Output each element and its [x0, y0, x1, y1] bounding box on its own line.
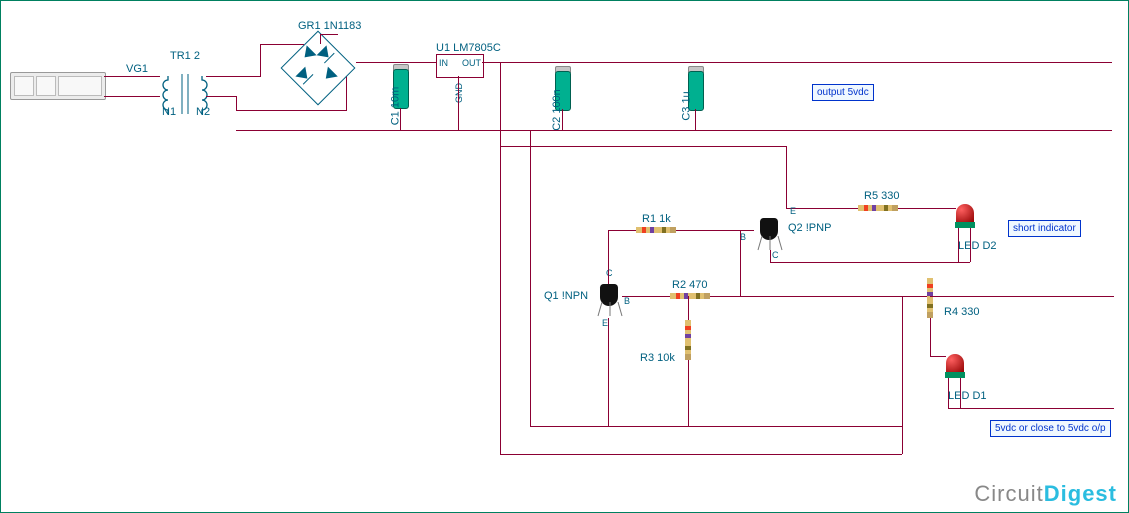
c3-label: C3 1u	[681, 91, 693, 120]
wire	[482, 62, 1112, 63]
wire	[740, 230, 741, 297]
wire	[902, 296, 903, 454]
wire	[458, 76, 459, 130]
q1-c: C	[606, 268, 613, 278]
source-sub	[36, 76, 56, 96]
footer-b: Digest	[1044, 481, 1117, 506]
wire	[688, 296, 689, 320]
wire	[500, 62, 501, 146]
led-d2	[956, 204, 974, 222]
ground-rail	[236, 130, 1112, 131]
q2-c: C	[772, 250, 779, 260]
wire	[356, 62, 436, 63]
r5-label: R5 330	[864, 190, 899, 202]
wire	[104, 96, 160, 97]
r4-label: R4 330	[944, 306, 979, 318]
wire	[608, 230, 636, 231]
wire	[104, 76, 160, 77]
q2-label: Q2 !PNP	[788, 222, 831, 234]
r1-resistor	[636, 227, 676, 233]
bridge-rectifier	[278, 28, 358, 108]
wire	[948, 408, 1114, 409]
wire	[898, 208, 956, 209]
wire	[770, 262, 970, 263]
wire	[960, 378, 961, 408]
wire	[236, 110, 346, 111]
r4-resistor	[927, 278, 933, 318]
u1-gnd: GND	[454, 83, 464, 103]
wire	[958, 228, 959, 262]
led-d1	[946, 354, 964, 372]
wire	[608, 318, 609, 426]
wire	[688, 360, 689, 426]
q2-e: E	[790, 206, 796, 216]
short-indicator-annot: short indicator	[1008, 220, 1081, 237]
source-sub	[14, 76, 34, 96]
r2-label: R2 470	[672, 279, 707, 291]
wire	[710, 296, 740, 297]
source-sub	[58, 76, 102, 96]
wire	[608, 230, 609, 284]
footer-brand: CircuitDigest	[974, 481, 1117, 507]
r3-resistor	[685, 320, 691, 360]
wire	[500, 146, 501, 454]
wire	[948, 378, 949, 408]
q1-label: Q1 !NPN	[544, 290, 588, 302]
d2-label: LED D2	[958, 240, 997, 252]
wire	[930, 296, 1114, 297]
q1-leads	[596, 300, 626, 320]
u1-label: U1 LM7805C	[436, 42, 501, 54]
d1-label: LED D1	[948, 390, 987, 402]
u1-out: OUT	[462, 58, 481, 68]
wire	[530, 130, 531, 426]
wire	[970, 228, 971, 262]
wire	[260, 44, 261, 77]
wire	[400, 108, 401, 130]
wire	[236, 96, 237, 110]
r5-resistor	[858, 205, 898, 211]
5vdc-op-annot: 5vdc or close to 5vdc o/p	[990, 420, 1111, 437]
footer-a: Circuit	[974, 481, 1043, 506]
r1-label: R1 1k	[642, 213, 671, 225]
output-5vdc-annot: output 5vdc	[812, 84, 874, 101]
tr1-n1-label: N1	[162, 106, 176, 118]
r2-resistor	[670, 293, 710, 299]
wire	[622, 296, 670, 297]
q2-leads	[756, 234, 786, 254]
wire	[786, 208, 858, 209]
wire	[206, 76, 260, 77]
wire	[930, 318, 931, 356]
q1-b: B	[624, 296, 630, 306]
wire	[676, 230, 754, 231]
wire	[530, 426, 902, 427]
wire	[770, 250, 771, 262]
wire	[500, 146, 786, 147]
wire	[695, 109, 696, 130]
wire	[206, 96, 236, 97]
tr1-label: TR1 2	[170, 50, 200, 62]
tr1-n2-label: N2	[196, 106, 210, 118]
wire	[930, 356, 946, 357]
vg1-label: VG1	[126, 63, 148, 75]
wire	[320, 34, 321, 44]
wire	[500, 454, 902, 455]
wire	[320, 34, 338, 35]
wire	[786, 146, 787, 208]
r3-label: R3 10k	[640, 352, 675, 364]
gr1-label: GR1 1N1183	[298, 20, 361, 32]
c2-label: C2 100n	[551, 89, 563, 131]
wire	[562, 109, 563, 130]
u1-in: IN	[439, 58, 448, 68]
